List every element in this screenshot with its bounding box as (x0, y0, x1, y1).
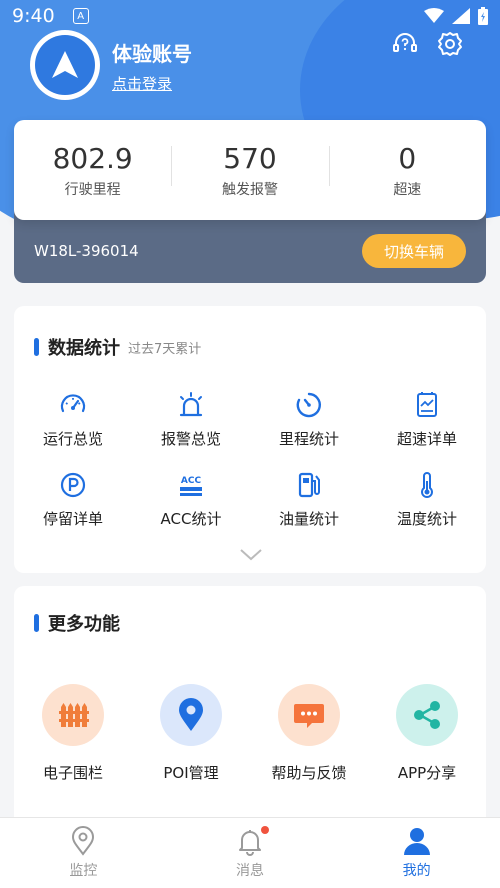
feature-label: APP分享 (397, 764, 457, 782)
fence-icon (59, 703, 89, 727)
data-stats-grid: 运行总览 报警总览 里程统计 超速详单 停留详单 ACC ACC统计 油量统计 (14, 390, 486, 550)
data-stats-header: 数据统计 过去7天累计 (34, 334, 201, 360)
share-icon (414, 701, 440, 729)
feature-label: 帮助与反馈 (271, 764, 347, 782)
stat-value: 0 (398, 141, 417, 175)
feature-icon-circle (396, 684, 458, 746)
stat-label: 行驶里程 (64, 181, 121, 198)
section-title: 数据统计 (48, 338, 120, 359)
fuel-pump-icon (298, 472, 320, 498)
wifi-icon (424, 8, 444, 23)
section-accent-bar (34, 338, 39, 356)
alarm-light-icon (179, 392, 203, 417)
more-features-header: 更多功能 (34, 610, 120, 636)
stat-item-label: 超速详单 (396, 430, 457, 448)
stat-item-alarm-overview[interactable]: 报警总览 (132, 390, 250, 470)
chevron-down-icon[interactable] (239, 548, 263, 562)
stat-item-operation-overview[interactable]: 运行总览 (14, 390, 132, 470)
stat-item-mileage-stats[interactable]: 里程统计 (250, 390, 368, 470)
feature-icon-circle (160, 684, 222, 746)
location-pin-icon (72, 826, 95, 856)
stat-item-label: 里程统计 (278, 430, 339, 448)
bottom-tab-bar: 监控 消息 我的 (0, 817, 500, 888)
stat-item-label: 油量统计 (278, 510, 339, 528)
more-features-panel: 更多功能 电子围栏 POI管理 帮助与反馈 APP分享 (14, 586, 486, 836)
feature-label: POI管理 (163, 764, 219, 782)
feature-app-share[interactable]: APP分享 (368, 684, 486, 784)
status-bar: 9:40 A (0, 0, 500, 32)
stat-item-label: 温度统计 (396, 510, 457, 528)
stat-alarms[interactable]: 570 触发报警 (171, 142, 328, 199)
summary-stats-card: 802.9 行驶里程 570 触发报警 0 超速 (14, 120, 486, 220)
tab-monitor[interactable]: 监控 (0, 818, 167, 888)
stat-item-label: 停留详单 (42, 510, 103, 528)
thermometer-icon (421, 472, 433, 498)
tab-label: 监控 (69, 863, 98, 879)
battery-icon (478, 7, 488, 25)
feature-geofence[interactable]: 电子围栏 (14, 684, 132, 784)
feature-label: 电子围栏 (42, 764, 103, 782)
account-name: 体验账号 (112, 42, 192, 66)
vehicle-plate: W18L-396014 (34, 242, 139, 260)
tab-label: 消息 (236, 863, 264, 879)
tab-messages[interactable]: 消息 (167, 818, 334, 888)
more-features-grid: 电子围栏 POI管理 帮助与反馈 APP分享 (14, 684, 486, 784)
signal-icon (452, 8, 470, 24)
stat-mileage[interactable]: 802.9 行驶里程 (14, 142, 171, 199)
navigation-arrow-icon (52, 51, 78, 78)
section-title: 更多功能 (48, 614, 120, 635)
section-accent-bar (34, 614, 39, 632)
chat-bubble-icon (294, 704, 324, 728)
stat-item-temperature-stats[interactable]: 温度统计 (368, 470, 486, 550)
speedometer-icon (60, 394, 86, 413)
stat-item-label: 报警总览 (160, 430, 221, 448)
login-link[interactable]: 点击登录 (112, 73, 172, 94)
feature-poi-management[interactable]: POI管理 (132, 684, 250, 784)
stat-item-parking-details[interactable]: 停留详单 (14, 470, 132, 550)
stat-item-label: ACC统计 (160, 510, 222, 528)
stat-item-speeding-details[interactable]: 超速详单 (368, 390, 486, 470)
bell-icon (239, 830, 261, 856)
feature-help-feedback[interactable]: 帮助与反馈 (250, 684, 368, 784)
switch-vehicle-button[interactable]: 切换车辆 (362, 234, 466, 268)
feature-icon-circle (278, 684, 340, 746)
svg-text:ACC: ACC (181, 476, 202, 486)
gear-icon[interactable] (436, 30, 464, 58)
stat-value: 802.9 (52, 141, 133, 175)
data-stats-panel: 数据统计 过去7天累计 运行总览 报警总览 里程统计 超速详单 停留详单 ACC… (14, 306, 486, 573)
headset-question-icon[interactable] (391, 30, 419, 58)
notification-badge-icon: A (72, 8, 89, 24)
parking-icon (60, 472, 86, 498)
section-subtitle: 过去7天累计 (128, 341, 202, 357)
stat-speeding[interactable]: 0 超速 (328, 141, 486, 199)
acc-icon: ACC (180, 476, 202, 496)
user-icon (403, 828, 430, 855)
avatar[interactable] (30, 30, 100, 100)
feature-icon-circle (42, 684, 104, 746)
stat-item-fuel-stats[interactable]: 油量统计 (250, 470, 368, 550)
stat-item-acc-stats[interactable]: ACC ACC统计 (132, 470, 250, 550)
stat-item-label: 运行总览 (42, 430, 103, 448)
stat-label: 超速 (393, 181, 422, 198)
chart-report-icon (417, 392, 437, 417)
tab-mine[interactable]: 我的 (333, 818, 500, 888)
tab-label: 我的 (402, 863, 431, 879)
status-time: 9:40 (12, 5, 55, 27)
location-pin-icon (179, 698, 203, 731)
timer-icon (296, 392, 321, 418)
stat-value: 570 (223, 141, 277, 175)
unread-badge (260, 826, 269, 834)
stat-label: 触发报警 (221, 181, 278, 198)
